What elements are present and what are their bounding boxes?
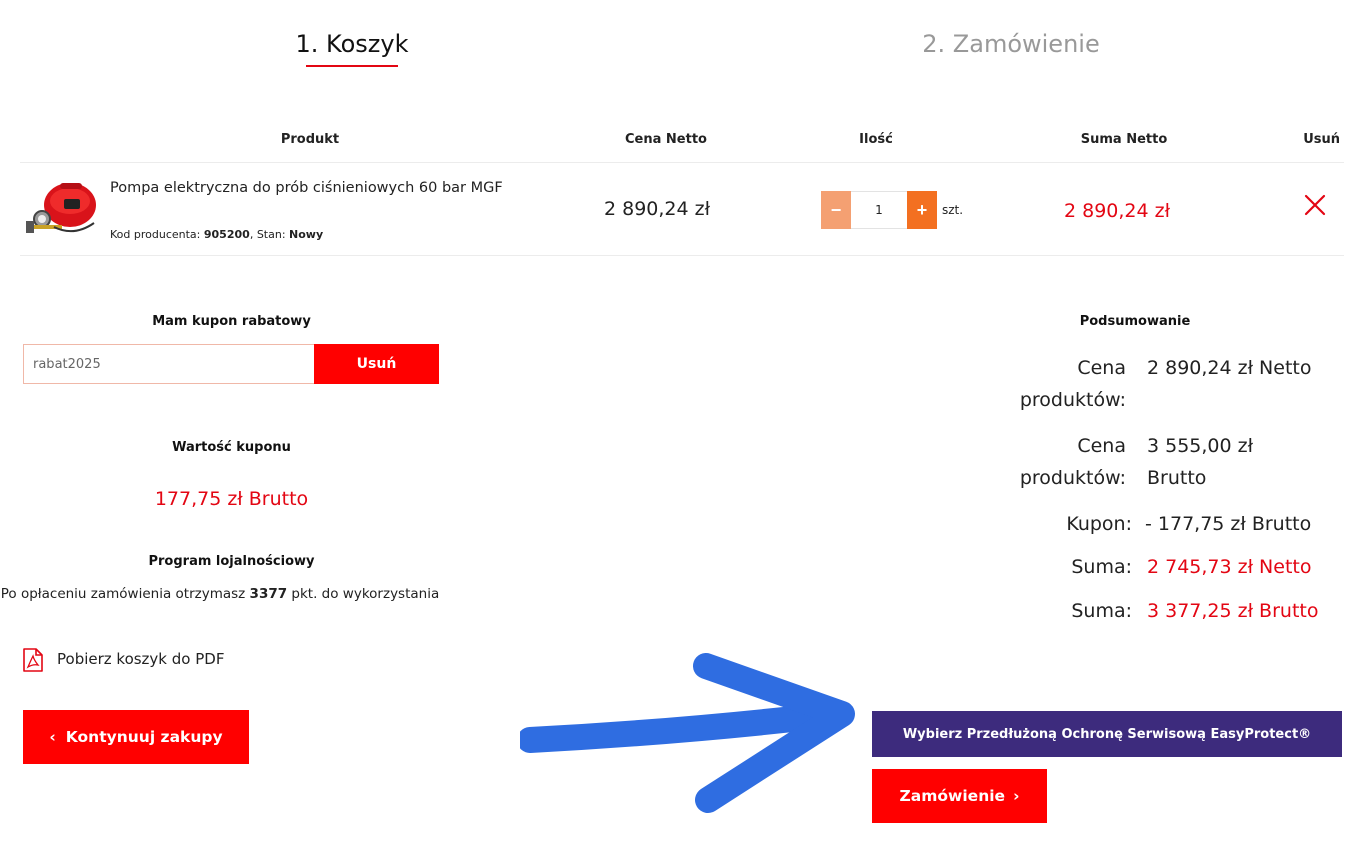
- summary-total-brutto: 3 377,25 zł Brutto: [1147, 600, 1319, 622]
- summary-label-line: Cena: [1077, 435, 1126, 457]
- order-label: Zamówienie: [899, 787, 1006, 805]
- arrow-right-annotation: [517, 652, 870, 814]
- header-product: Produkt: [280, 132, 340, 147]
- pdf-file-icon[interactable]: [22, 648, 44, 672]
- product-state: Nowy: [289, 228, 324, 241]
- coupon-value-title: Wartość kuponu: [172, 440, 291, 455]
- qty-increment-button[interactable]: +: [907, 191, 937, 229]
- coupon-value: 177,75 zł Brutto: [154, 488, 309, 510]
- header-qty: Ilość: [859, 132, 893, 147]
- divider: [20, 162, 1344, 163]
- coupon-remove-button[interactable]: Usuń: [314, 344, 439, 384]
- continue-shopping-label: Kontynuuj zakupy: [65, 728, 223, 746]
- summary-value: 2 890,24 zł Netto: [1147, 357, 1312, 379]
- summary-label: Kupon:: [1066, 513, 1132, 535]
- step-active-underline: [306, 65, 398, 67]
- summary-value: - 177,75 zł Brutto: [1145, 513, 1312, 535]
- loyalty-points: 3377: [249, 586, 288, 602]
- easyprotect-button[interactable]: Wybierz Przedłużoną Ochronę Serwisową Ea…: [872, 711, 1342, 757]
- continue-shopping-button[interactable]: ‹ Kontynuuj zakupy: [23, 710, 249, 764]
- header-sum: Suma Netto: [1080, 132, 1168, 147]
- product-meta: Kod producenta: 905200, Stan: Nowy: [110, 228, 324, 241]
- qty-unit: szt.: [942, 203, 964, 217]
- summary-title: Podsumowanie: [1079, 314, 1191, 329]
- chevron-left-icon: ‹: [49, 728, 56, 746]
- loyalty-text-after: pkt. do wykorzystania: [291, 586, 440, 602]
- order-button[interactable]: Zamówienie ›: [872, 769, 1047, 823]
- product-code: 905200: [203, 228, 250, 241]
- product-price: 2 890,24 zł: [604, 198, 711, 220]
- loyalty-title: Program lojalnościowy: [148, 554, 315, 569]
- loyalty-text-before: Po opłaceniu zamówienia otrzymasz: [0, 586, 246, 602]
- summary-label-line: produktów:: [1019, 467, 1126, 489]
- summary-value-line: Brutto: [1147, 467, 1207, 489]
- header-remove: Usuń: [1303, 132, 1340, 147]
- coupon-input[interactable]: [23, 344, 314, 384]
- loyalty-text: Po opłaceniu zamówienia otrzymasz 3377 p…: [0, 584, 440, 604]
- chevron-right-icon: ›: [1013, 787, 1020, 805]
- qty-decrement-button[interactable]: −: [821, 191, 851, 229]
- summary-label: Suma:: [1071, 600, 1132, 622]
- product-image[interactable]: [24, 175, 104, 241]
- summary-label: Cena produktów:: [960, 430, 1126, 494]
- divider: [20, 255, 1344, 256]
- header-price: Cena Netto: [625, 132, 707, 147]
- pdf-download-link[interactable]: Pobierz koszyk do PDF: [57, 650, 224, 668]
- product-code-label: Kod producenta:: [110, 228, 201, 241]
- summary-value-line: 3 555,00 zł: [1147, 435, 1254, 457]
- product-state-label: Stan:: [256, 228, 286, 241]
- summary-label: Cena produktów:: [960, 352, 1126, 416]
- summary-label: Suma:: [1071, 556, 1132, 578]
- summary-label-line: Cena: [1077, 357, 1126, 379]
- summary-total-netto: 2 745,73 zł Netto: [1147, 556, 1312, 578]
- step-cart[interactable]: 1. Koszyk: [262, 30, 442, 58]
- close-icon[interactable]: [1303, 193, 1327, 217]
- summary-value: 3 555,00 zł Brutto: [1147, 430, 1253, 494]
- summary-label-line: produktów:: [1019, 389, 1126, 411]
- product-name[interactable]: Pompa elektryczna do prób ciśnieniowych …: [110, 178, 510, 198]
- qty-input[interactable]: [851, 191, 907, 229]
- step-order[interactable]: 2. Zamówienie: [880, 30, 1142, 58]
- product-sum: 2 890,24 zł: [1064, 200, 1171, 222]
- coupon-title: Mam kupon rabatowy: [152, 314, 311, 329]
